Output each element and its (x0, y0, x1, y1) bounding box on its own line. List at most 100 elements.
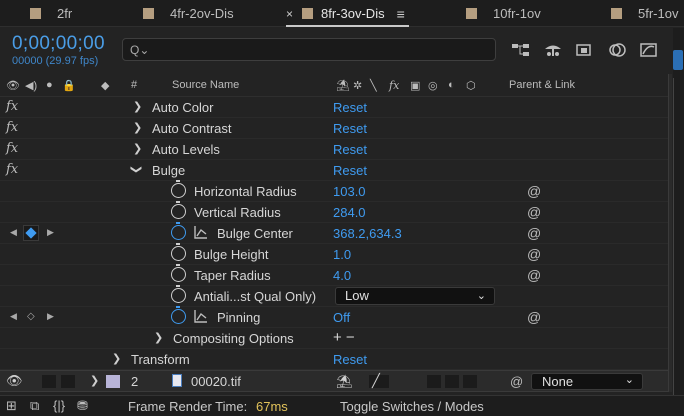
property-row[interactable]: ◀ ◇ ▶ Pinning Off @ (0, 306, 668, 328)
pick-whip-icon[interactable]: @ (527, 309, 541, 325)
shy-switch-icon[interactable]: ⛱ (336, 374, 353, 390)
lock-toggle[interactable] (61, 375, 75, 388)
layer-duration-bar[interactable] (673, 78, 681, 398)
pick-whip-icon[interactable]: @ (527, 246, 541, 262)
frame-count-display: 00000 (29.97 fps) (12, 55, 99, 67)
motion-blur-switch-icon: ◎ (428, 80, 438, 92)
effect-fx-icon[interactable]: fx (6, 162, 18, 177)
quality-best-icon: ╱ (372, 373, 380, 388)
vertical-scrollbar[interactable] (668, 74, 672, 392)
label-color-swatch[interactable] (106, 375, 120, 388)
solo-toggle[interactable] (42, 375, 56, 388)
effect-fx-icon[interactable]: fx (6, 120, 18, 135)
motion-blur-switch[interactable] (445, 375, 459, 388)
prev-keyframe-icon[interactable]: ◀ (10, 311, 17, 322)
composition-tab-bar: 2fr 4fr-2ov-Dis × 8fr-3ov-Dis ≡ 10fr-1ov… (0, 0, 684, 27)
stopwatch-icon[interactable] (171, 306, 186, 324)
tab-menu-icon[interactable]: ≡ (397, 6, 405, 22)
add-keyframe-icon[interactable]: ◇ (27, 311, 35, 322)
pick-whip-icon[interactable]: @ (510, 374, 523, 389)
search-input[interactable]: Q⌄ (122, 38, 496, 61)
transfer-controls-icon[interactable]: {|} (53, 398, 65, 413)
tab-5fr-1ov[interactable]: 5fr-1ov (611, 0, 678, 27)
solo-toggle-icon[interactable]: ● (46, 79, 53, 91)
effect-row[interactable]: fx ❯ Auto Color Reset (0, 97, 668, 118)
column-parent-link[interactable]: Parent & Link (509, 79, 575, 91)
quality-switch-icon: ╲ (370, 80, 377, 92)
composition-flowchart-icon[interactable] (510, 39, 532, 61)
compositing-options-row[interactable]: ❯ Compositing Options + − (0, 328, 668, 349)
property-row[interactable]: Vertical Radius 284.0 @ (0, 201, 668, 223)
graph-icon[interactable] (194, 225, 208, 239)
chevron-right-icon[interactable]: ❯ (133, 100, 142, 113)
property-row[interactable]: Taper Radius 4.0 @ (0, 264, 668, 286)
pick-whip-icon[interactable]: @ (527, 267, 541, 283)
column-source-name[interactable]: Source Name (172, 79, 239, 91)
pick-whip-icon[interactable]: @ (527, 225, 541, 241)
stopwatch-icon[interactable] (171, 201, 186, 219)
pick-whip-icon[interactable]: @ (527, 204, 541, 220)
graph-icon[interactable] (194, 309, 208, 323)
frame-blend-switch[interactable] (427, 375, 441, 388)
chevron-right-icon[interactable]: ❯ (154, 331, 163, 344)
adjustment-switch-icon: ◐ (448, 79, 455, 91)
effect-row[interactable]: fx ❯ Bulge Reset (0, 160, 668, 181)
antialiasing-dropdown[interactable]: Low ⌄ (335, 287, 495, 305)
tab-2fr[interactable]: 2fr (30, 0, 72, 27)
layer-row[interactable]: 👁 ❯ 2 00020.tif ⛱ ╱ @ None ⌄ (0, 370, 668, 392)
stopwatch-icon[interactable] (171, 285, 186, 303)
property-row[interactable]: Antiali...st Qual Only) Low ⌄ (0, 285, 668, 307)
current-time-display[interactable]: 0;00;00;00 (12, 33, 105, 55)
comp-swatch-icon (143, 8, 154, 19)
effect-row[interactable]: fx ❯ Auto Levels Reset (0, 139, 668, 160)
video-toggle-icon[interactable]: 👁 (6, 79, 20, 92)
toggle-switches-modes-button[interactable]: Toggle Switches / Modes (340, 399, 484, 414)
next-keyframe-icon[interactable]: ▶ (47, 227, 54, 238)
chevron-right-icon[interactable]: ❯ (90, 374, 99, 387)
timeline-toolbar (510, 38, 670, 62)
stopwatch-icon[interactable] (171, 243, 186, 261)
next-keyframe-icon[interactable]: ▶ (47, 311, 54, 322)
chevron-right-icon[interactable]: ❯ (133, 121, 142, 134)
tab-8fr-3ov-dis[interactable]: × 8fr-3ov-Dis ≡ (286, 0, 409, 27)
graph-editor-icon[interactable] (638, 39, 660, 61)
collapse-switch-icon: ✲ (353, 80, 363, 92)
frame-blending-icon[interactable] (574, 39, 596, 61)
effect-fx-icon[interactable]: fx (6, 141, 18, 156)
chevron-down-icon[interactable]: ❯ (130, 165, 143, 174)
3d-layer-switch[interactable] (463, 375, 477, 388)
lock-icon[interactable]: 🔒 (62, 79, 76, 92)
chevron-right-icon[interactable]: ❯ (112, 352, 121, 365)
layer-switches-icon[interactable]: ⧉ (30, 398, 39, 414)
parent-dropdown[interactable]: None ⌄ (531, 373, 643, 390)
in-out-panes-icon[interactable]: ⛃ (77, 398, 88, 414)
comp-swatch-icon (466, 8, 477, 19)
chevron-right-icon[interactable]: ❯ (133, 142, 142, 155)
property-row[interactable]: ◀ ▶ Bulge Center 368.2,634.3 @ (0, 222, 668, 244)
comp-swatch-icon (302, 8, 314, 19)
motion-blur-icon[interactable] (606, 39, 628, 61)
prev-keyframe-icon[interactable]: ◀ (10, 227, 17, 238)
pick-whip-icon[interactable]: @ (527, 183, 541, 199)
comp-swatch-icon (611, 8, 622, 19)
shy-layers-icon[interactable] (542, 39, 564, 61)
effect-row[interactable]: fx ❯ Auto Contrast Reset (0, 118, 668, 139)
timeline-area[interactable] (673, 28, 684, 398)
effect-fx-icon[interactable]: fx (6, 99, 18, 114)
close-icon[interactable]: × (286, 7, 293, 21)
label-tag-icon[interactable]: ◆ (101, 79, 109, 92)
property-row[interactable]: Horizontal Radius 103.0 @ (0, 180, 668, 202)
audio-toggle-icon[interactable]: ◀) (25, 79, 37, 92)
current-time-indicator[interactable] (673, 50, 683, 70)
stopwatch-icon[interactable] (171, 264, 186, 282)
stopwatch-icon[interactable] (171, 222, 186, 240)
tab-10fr-1ov[interactable]: 10fr-1ov (466, 0, 541, 27)
video-toggle-icon[interactable]: 👁 (6, 373, 23, 389)
add-remove-mask-icon[interactable]: + − (333, 329, 355, 346)
comp-mini-flowchart-icon[interactable]: ⊞ (6, 398, 17, 414)
tab-4fr-2ov-dis[interactable]: 4fr-2ov-Dis (143, 0, 234, 27)
transform-row[interactable]: ❯ Transform Reset (0, 349, 668, 370)
stopwatch-icon[interactable] (171, 180, 186, 198)
property-row[interactable]: Bulge Height 1.0 @ (0, 243, 668, 265)
chevron-down-icon: ⌄ (476, 290, 486, 302)
